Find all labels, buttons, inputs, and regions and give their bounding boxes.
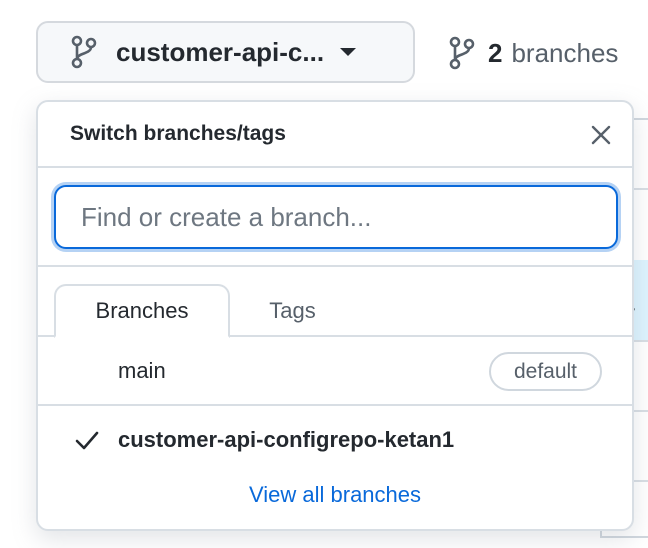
- branch-item-label: main: [118, 357, 166, 383]
- check-icon: [74, 427, 100, 453]
- branches-count-link[interactable]: 2 branches: [448, 36, 618, 70]
- branch-select-button[interactable]: customer-api-c...: [36, 21, 415, 83]
- current-branch-label: customer-api-c...: [116, 36, 325, 67]
- triangle-down-icon: [340, 48, 357, 56]
- dropdown-title: Switch branches/tags: [70, 122, 286, 145]
- tab-bar: Branches Tags: [38, 267, 632, 338]
- git-branch-icon: [70, 35, 98, 69]
- tab-tags[interactable]: Tags: [230, 284, 355, 337]
- git-branch-icon: [448, 36, 476, 70]
- default-badge: default: [489, 352, 602, 391]
- tab-branches[interactable]: Branches: [54, 284, 230, 338]
- branch-switcher-dropdown: Switch branches/tags Branches Tags main …: [36, 100, 634, 531]
- branch-search-input[interactable]: [54, 185, 618, 249]
- view-all-branches-link[interactable]: View all branches: [38, 482, 632, 508]
- page: y customer-api-c... 2 branch: [0, 0, 648, 548]
- x-icon: [591, 125, 611, 145]
- branch-item-selected[interactable]: customer-api-configrepo-ketan1: [38, 406, 632, 473]
- branch-item-main[interactable]: main default: [38, 337, 632, 406]
- branch-count-label: branches: [511, 37, 619, 68]
- close-button[interactable]: [586, 120, 616, 150]
- dropdown-header: Switch branches/tags: [38, 102, 632, 168]
- search-section: [38, 168, 632, 267]
- branch-item-label: customer-api-configrepo-ketan1: [118, 426, 455, 452]
- branch-count-number: 2: [488, 37, 503, 68]
